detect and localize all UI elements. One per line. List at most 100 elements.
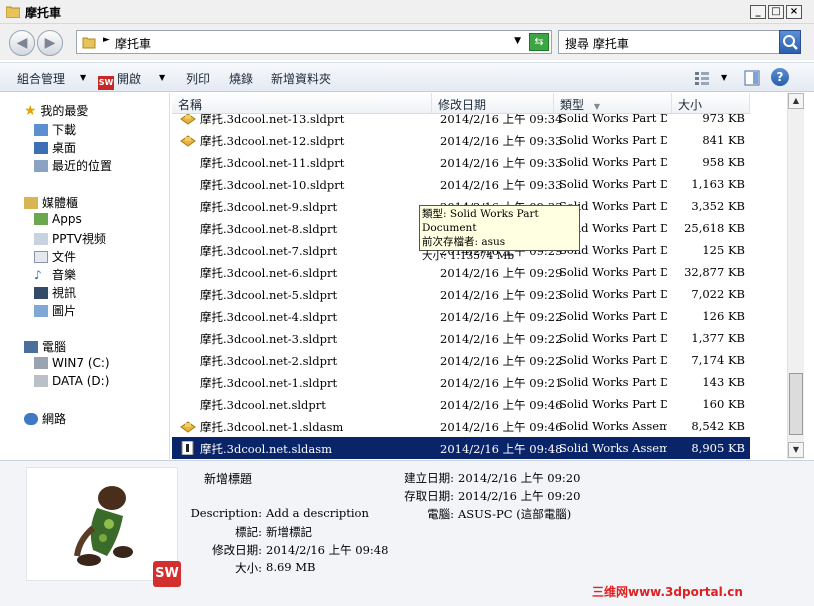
chevron-down-icon[interactable]: ▼ [721, 73, 727, 82]
details-size-value: 8.69 MB [266, 560, 316, 574]
nav-item-music[interactable]: ♪ 音樂 [34, 266, 76, 283]
table-row[interactable]: 摩托.3dcool.net-11.sldprt 2014/2/16 上午 09:3… [172, 151, 750, 173]
open-button[interactable]: SW 開啟 [98, 70, 141, 90]
nav-computer[interactable]: 電腦 [24, 338, 66, 355]
file-icon [180, 353, 196, 367]
file-name: 摩托.3dcool.net-4.sldprt [200, 310, 338, 324]
file-date: 2014/2/16 上午 09:33 [440, 178, 563, 192]
music-icon: ♪ [34, 268, 42, 282]
table-row[interactable]: 摩托.3dcool.net-2.sldprt 2014/2/16 上午 09:22… [172, 349, 750, 371]
table-row[interactable]: 摩托.3dcool.net-1.sldasm 2014/2/16 上午 09:46… [172, 415, 750, 437]
column-header-type-label: 類型 [560, 98, 585, 112]
refresh-button[interactable]: ⇆ [529, 33, 549, 51]
chevron-down-icon[interactable]: ▼ [514, 36, 521, 46]
column-header-modified[interactable]: 修改日期 [432, 93, 554, 114]
column-header-type[interactable]: 類型 ▼ [554, 93, 672, 114]
nav-computer-label: 電腦 [42, 340, 67, 354]
network-icon [24, 413, 38, 425]
organize-button[interactable]: 組合管理 [17, 70, 65, 87]
back-button[interactable]: ◀ [9, 30, 35, 56]
chevron-down-icon[interactable]: ▼ [159, 73, 165, 82]
table-row[interactable]: 摩托.3dcool.net.sldprt 2014/2/16 上午 09:46 So… [172, 393, 750, 415]
minimize-button[interactable]: _ [750, 5, 766, 19]
nav-item-drive-c[interactable]: WIN7 (C:) [34, 356, 110, 370]
nav-network[interactable]: 網路 [24, 410, 66, 427]
nav-item-label: 視訊 [52, 286, 77, 300]
nav-item-documents[interactable]: 文件 [34, 248, 76, 265]
nav-item-downloads[interactable]: 下載 [34, 121, 76, 138]
nav-item-videos[interactable]: 視訊 [34, 284, 76, 301]
watermark: 三维网www.3dportal.cn [592, 585, 743, 599]
nav-item-apps[interactable]: Apps [34, 212, 82, 226]
file-size: 25,618 KB [684, 221, 745, 235]
details-tags-value[interactable]: 新增標記 [266, 524, 312, 540]
vertical-scrollbar[interactable]: ▲ ▼ [787, 93, 804, 459]
file-date: 2014/2/16 上午 09:33 [440, 134, 563, 148]
chevron-down-icon[interactable]: ▼ [80, 73, 86, 82]
file-size: 841 KB [702, 133, 745, 147]
print-button[interactable]: 列印 [186, 70, 210, 87]
file-type: Solid Works Part Do... [559, 265, 667, 279]
breadcrumb[interactable]: 摩托車 [115, 35, 151, 52]
recent-places-icon [34, 160, 48, 172]
scroll-up-button[interactable]: ▲ [788, 93, 804, 109]
file-size: 3,352 KB [691, 199, 745, 213]
file-tooltip: 類型: Solid Works Part Document 前次存檔者: asu… [419, 205, 580, 262]
table-row[interactable]: 摩托.3dcool.net.sldasm 2014/2/16 上午 09:48 So… [172, 437, 750, 459]
scroll-thumb[interactable] [789, 373, 803, 435]
nav-item-pictures[interactable]: 圖片 [34, 302, 76, 319]
file-size: 1,163 KB [691, 177, 745, 191]
star-icon: ★ [24, 103, 37, 119]
details-size-label: 大小: [235, 561, 262, 575]
address-bar[interactable]: ► 摩托車 ▼ [76, 30, 552, 54]
search-button[interactable] [779, 30, 801, 54]
title-bar: 摩托車 _ □ × [0, 0, 814, 24]
file-type: Solid Works Part Do... [559, 353, 667, 367]
file-type: Solid Works Part Do... [559, 155, 667, 169]
view-options-icon[interactable] [694, 71, 710, 85]
nav-favorites[interactable]: ★ 我的最愛 [24, 102, 88, 119]
file-type: Solid Works Part Do... [559, 133, 667, 147]
file-type: Solid Works Part Do... [559, 309, 667, 323]
file-icon [180, 155, 196, 169]
burn-button[interactable]: 燒錄 [229, 70, 253, 87]
video-icon [34, 287, 48, 299]
file-icon [180, 265, 196, 279]
nav-libraries[interactable]: 媒體櫃 [24, 194, 78, 211]
help-button[interactable]: ? [771, 68, 789, 86]
file-date: 2014/2/16 上午 09:21 [440, 376, 563, 390]
forward-button[interactable]: ▶ [37, 30, 63, 56]
scroll-down-button[interactable]: ▼ [788, 442, 804, 458]
details-title[interactable]: 新增標題 [204, 470, 252, 487]
navigation-pane: ★ 我的最愛 下載 桌面 最近的位置 媒體櫃 Apps PPTV視频 文件 ♪ 音… [0, 93, 170, 459]
nav-item-desktop[interactable]: 桌面 [34, 139, 76, 156]
table-row[interactable]: 摩托.3dcool.net-6.sldprt 2014/2/16 上午 09:29… [172, 261, 750, 283]
table-row[interactable]: 摩托.3dcool.net-3.sldprt 2014/2/16 上午 09:22… [172, 327, 750, 349]
file-icon [180, 221, 196, 235]
column-header-size[interactable]: 大小 [672, 93, 750, 114]
table-row[interactable]: 摩托.3dcool.net-10.sldprt 2014/2/16 上午 09:3… [172, 173, 750, 195]
close-button[interactable]: × [786, 5, 802, 19]
maximize-button[interactable]: □ [768, 5, 784, 19]
file-size: 1,377 KB [691, 331, 745, 345]
file-name: 摩托.3dcool.net-8.sldprt [200, 222, 338, 236]
table-row[interactable]: 摩托.3dcool.net-4.sldprt 2014/2/16 上午 09:22… [172, 305, 750, 327]
details-description-value[interactable]: Add a description [266, 506, 369, 520]
file-type: Solid Works Part Do... [559, 331, 667, 345]
nav-item-pptv[interactable]: PPTV視频 [34, 230, 106, 247]
breadcrumb-arrow-icon[interactable]: ► [103, 35, 110, 45]
new-folder-button[interactable]: 新增資料夾 [271, 70, 331, 87]
folder-icon [82, 37, 96, 49]
file-icon [180, 375, 196, 389]
table-row[interactable]: 摩托.3dcool.net-12.sldprt 2014/2/16 上午 09:3… [172, 129, 750, 151]
tooltip-size: 大小: 1.13574 Mb [422, 250, 515, 262]
file-date: 2014/2/16 上午 09:33 [440, 156, 563, 170]
preview-pane-icon[interactable] [744, 70, 760, 86]
table-row[interactable]: 摩托.3dcool.net-1.sldprt 2014/2/16 上午 09:21… [172, 371, 750, 393]
search-input[interactable]: 搜尋 摩托車 [558, 30, 780, 54]
nav-item-recent[interactable]: 最近的位置 [34, 157, 112, 174]
column-header-name[interactable]: 名稱 [172, 93, 432, 114]
nav-item-drive-d[interactable]: DATA (D:) [34, 374, 109, 388]
table-row[interactable]: 摩托.3dcool.net-5.sldprt 2014/2/16 上午 09:23… [172, 283, 750, 305]
file-date: 2014/2/16 上午 09:22 [440, 310, 563, 324]
